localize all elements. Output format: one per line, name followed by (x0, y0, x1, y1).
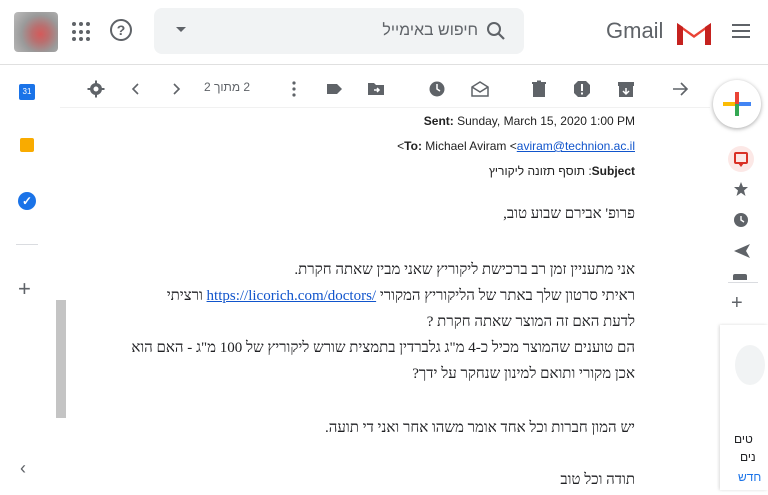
sent-value: Sunday, March 15, 2020 1:00 PM (457, 114, 635, 128)
sent-label: Sent: (423, 114, 454, 128)
delete-trash-icon[interactable] (530, 80, 548, 98)
report-spam-icon[interactable] (573, 80, 591, 98)
mark-as-read-icon[interactable] (471, 80, 489, 98)
snoozed-clock-icon[interactable] (733, 212, 749, 228)
greeting: פרופ' אבירם שבוע טוב, (503, 206, 635, 222)
gmail-wordmark[interactable]: Gmail (606, 18, 663, 44)
tasks-icon[interactable]: ✓ (18, 192, 36, 210)
chevron-right-icon[interactable] (167, 80, 185, 98)
closing-line: תודה וכל טוב (560, 472, 635, 488)
search-icon[interactable] (486, 21, 506, 41)
account-avatar[interactable] (14, 12, 58, 52)
compose-button[interactable] (713, 80, 761, 128)
settings-gear-icon[interactable] (87, 80, 105, 98)
back-arrow-icon[interactable] (671, 80, 689, 98)
subject-value: : תוסף תזונה ליקוריץ (488, 164, 592, 178)
calendar-icon[interactable]: 31 (19, 84, 35, 100)
subject-line: Subject: תוסף תזונה ליקוריץ (489, 164, 635, 178)
body-line-2-end: ורציתי (166, 288, 207, 304)
important-inbox-icon[interactable] (728, 146, 754, 172)
to-name: Michael Aviram < (425, 139, 517, 153)
search-input[interactable]: חיפוש באימייל (382, 22, 478, 40)
body-line-2-start: ראיתי סרטון שלך באתר של הליקוריץ המקורי (376, 288, 635, 304)
apps-grid-icon[interactable] (72, 22, 92, 42)
more-options-icon[interactable] (285, 80, 303, 98)
add-side-item-icon[interactable]: + (731, 292, 743, 315)
body-line-3: לדעת האם זה המוצר שאתה חקרת ? (426, 314, 635, 330)
side-card-link[interactable]: חדש (738, 470, 761, 484)
body-line-1: אני מתעניין זמן רב ברכישת ליקוריץ שאני מ… (294, 262, 635, 278)
add-addon-icon[interactable]: + (18, 278, 31, 300)
search-options-caret-icon[interactable] (176, 27, 186, 32)
help-icon[interactable]: ? (110, 19, 132, 41)
to-email-link[interactable]: aviram@technion.ac.il (517, 139, 635, 153)
header-divider (0, 64, 768, 65)
main-menu-icon[interactable] (732, 24, 750, 38)
side-card-text-1: טים (734, 432, 753, 446)
email-message-body: Sent: Sunday, March 15, 2020 1:00 PM <To… (60, 108, 650, 495)
move-to-folder-icon[interactable] (367, 80, 385, 98)
side-card-text-2: נים (740, 450, 756, 464)
side-panel-divider (728, 282, 758, 283)
rail-divider (16, 244, 38, 245)
chevron-left-icon[interactable] (127, 80, 145, 98)
sent-icon[interactable] (733, 243, 751, 259)
body-line-4: הם טוענים שהמוצר מכיל כ-4 מ"ג גלברדין בת… (131, 340, 635, 356)
archive-icon[interactable] (617, 80, 635, 98)
body-line-6: יש המון חברות וכל אחד אומר משהו אחר ואני… (325, 420, 635, 436)
chevron-left-icon[interactable]: ‹ (20, 458, 26, 479)
to-line: <To: Michael Aviram <aviram@technion.ac.… (397, 139, 635, 153)
gmail-logo-icon[interactable] (675, 19, 713, 47)
drafts-icon[interactable] (733, 274, 747, 280)
body-line-5: אכן מקורי ותואם למינון שנחקר על ידך? (412, 366, 635, 382)
keep-icon[interactable] (20, 138, 34, 152)
subject-label: Subject (591, 164, 635, 178)
label-icon[interactable] (325, 80, 343, 98)
licorich-link[interactable]: https://licorich.com/doctors/ (207, 288, 377, 304)
star-icon[interactable] (733, 181, 749, 197)
sent-line: Sent: Sunday, March 15, 2020 1:00 PM (424, 114, 635, 128)
body-line-2: ראיתי סרטון שלך באתר של הליקוריץ המקורי … (167, 288, 635, 305)
side-card-illustration (735, 345, 765, 385)
snooze-clock-icon[interactable] (428, 80, 446, 98)
to-label: To: (404, 139, 422, 153)
compose-plus-icon (723, 92, 751, 116)
pagination-text: 2 מתוך 2 (204, 80, 251, 94)
